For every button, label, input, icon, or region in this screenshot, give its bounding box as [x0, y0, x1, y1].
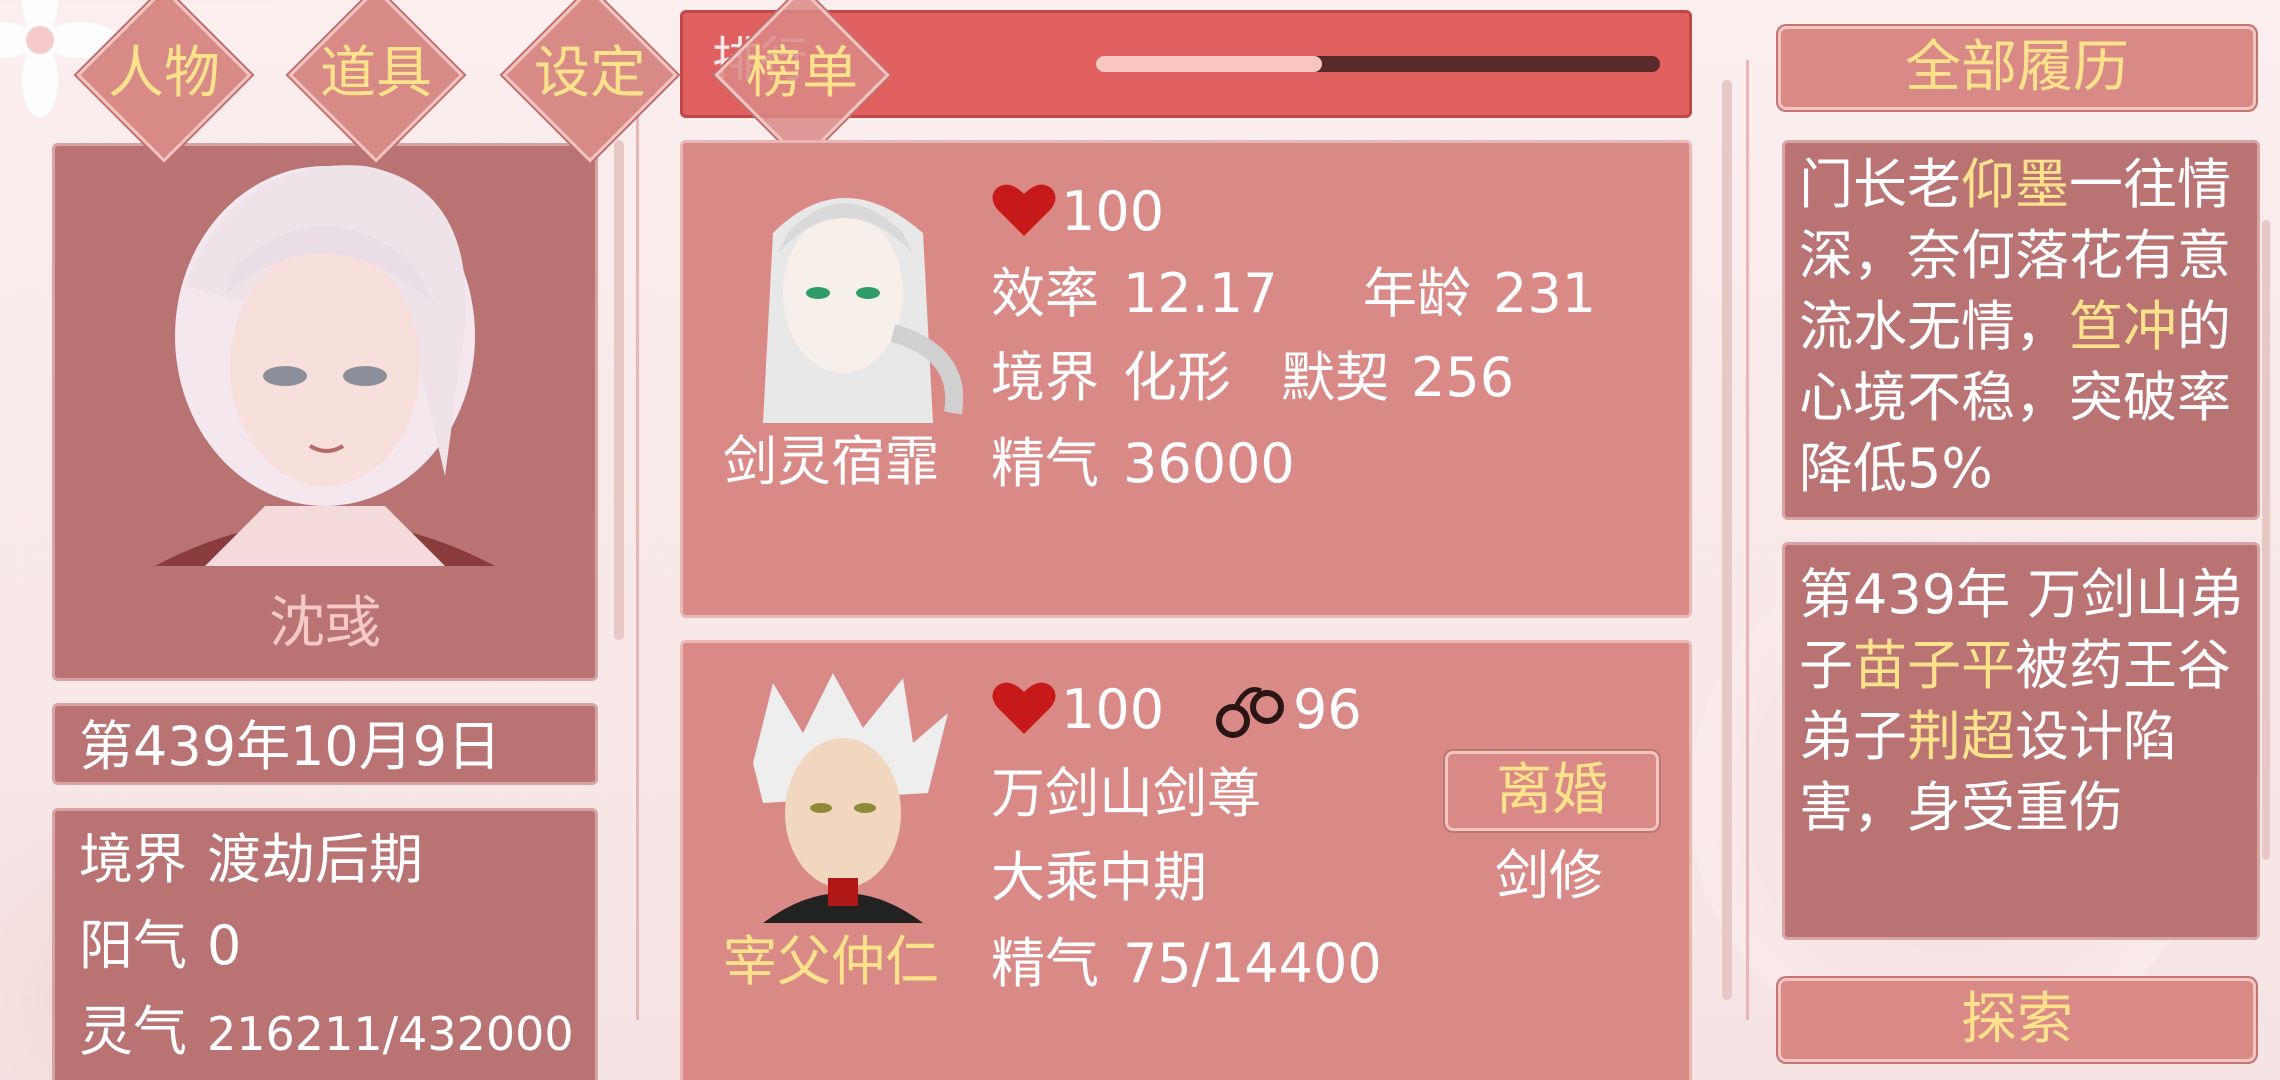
divider — [1746, 60, 1749, 1020]
log-text-2: 第439年 万剑山弟子苗子平被药王谷弟子荆超设计陷害，身受重伤 — [1799, 559, 2247, 843]
companion-name-2: 宰父仲仁 — [723, 930, 939, 993]
stat-realm-value: 渡劫后期 — [207, 828, 423, 891]
game-date: 第439年10月9日 — [79, 715, 502, 778]
companion-title: 万剑山剑尊 — [991, 762, 1261, 825]
right-scrollbar[interactable] — [2262, 220, 2270, 860]
realm-value-2: 大乘中期 — [991, 846, 1207, 909]
divider — [636, 60, 639, 1020]
nav-ranking[interactable]: 榜单 — [702, 46, 902, 102]
log2-h2: 荆超 — [1907, 705, 2015, 768]
heart-icon — [992, 682, 1056, 734]
efficiency-value: 12.17 — [1123, 262, 1278, 325]
restraint-value: 96 — [1293, 678, 1362, 741]
nav-character[interactable]: 人物 — [64, 46, 264, 102]
log-text-1: 门长老仰墨一往情深，奈何落花有意流水无情，笪冲的心境不稳，突破率降低5% — [1799, 149, 2247, 504]
efficiency-label: 效率 — [991, 262, 1099, 325]
companion-card-1[interactable]: 剑灵宿霏 100 效率 12.17 年龄 231 境界 化形 默契 256 精气… — [680, 140, 1692, 618]
handcuffs-icon — [1216, 687, 1284, 738]
log2-h1: 苗子平 — [1853, 634, 2015, 697]
realm-label-1: 境界 — [991, 346, 1099, 409]
class-label: 剑修 — [1495, 844, 1603, 907]
history-button[interactable]: 全部履历 — [1778, 26, 2256, 110]
essence-label-2: 精气 — [991, 932, 1099, 995]
log1-p1: 门长老 — [1799, 153, 1961, 216]
bond-value: 256 — [1411, 346, 1515, 409]
stats-panel: 境界 渡劫后期 阳气 0 灵气 216211/432000 — [52, 808, 598, 1080]
stat-spirit-value: 216211/432000 — [207, 1007, 574, 1061]
history-log-1: 门长老仰墨一往情深，奈何落花有意流水无情，笪冲的心境不稳，突破率降低5% — [1782, 140, 2260, 520]
stat-realm-label: 境界 — [79, 828, 187, 891]
stat-spirit-label: 灵气 — [79, 1000, 187, 1063]
log1-h2: 笪冲 — [2069, 295, 2177, 358]
explore-button[interactable]: 探索 — [1778, 978, 2256, 1062]
left-scrollbar[interactable] — [614, 140, 624, 640]
nav-items[interactable]: 道具 — [276, 46, 476, 102]
center-scrollbar[interactable] — [1722, 80, 1732, 1000]
stat-yang-label: 阳气 — [79, 914, 187, 977]
companion-portrait-2 — [753, 673, 948, 923]
age-value: 231 — [1493, 262, 1597, 325]
player-name: 沈彧 — [269, 591, 381, 656]
nav-settings[interactable]: 设定 — [490, 46, 690, 102]
age-label: 年龄 — [1363, 262, 1471, 325]
affection-value-1: 100 — [1061, 180, 1165, 243]
player-portrait — [155, 165, 495, 566]
progress-fill — [1096, 56, 1322, 72]
portrait-panel: 沈彧 — [52, 143, 598, 681]
date-panel: 第439年10月9日 — [52, 703, 598, 785]
realm-value-1: 化形 — [1123, 346, 1231, 409]
companion-name-1: 剑灵宿霏 — [723, 430, 939, 493]
history-log-2: 第439年 万剑山弟子苗子平被药王谷弟子荆超设计陷害，身受重伤 — [1782, 542, 2260, 940]
log1-h1: 仰墨 — [1961, 153, 2069, 216]
stat-yang-value: 0 — [207, 914, 242, 977]
essence-label-1: 精气 — [991, 432, 1099, 495]
bond-label: 默契 — [1281, 346, 1389, 409]
divorce-button[interactable]: 离婚 — [1445, 751, 1659, 831]
companion-portrait-1 — [763, 198, 963, 423]
companion-card-2[interactable]: 宰父仲仁 100 96 万剑山剑尊 大乘中期 精气 75/14400 离婚 剑修 — [680, 640, 1692, 1080]
essence-value-1: 36000 — [1123, 432, 1295, 495]
essence-value-2: 75/14400 — [1123, 932, 1382, 995]
affection-value-2: 100 — [1061, 678, 1165, 741]
heart-icon — [992, 184, 1056, 236]
progress-track — [1096, 56, 1660, 72]
